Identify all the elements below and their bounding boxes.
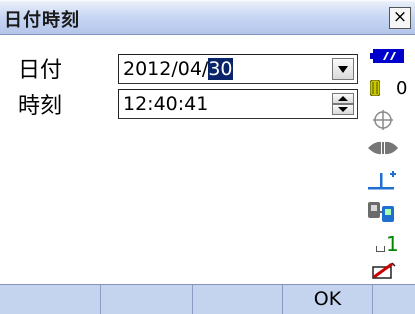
softkey-1[interactable] bbox=[0, 285, 101, 314]
input-mode-value: 1 bbox=[386, 232, 399, 256]
communication-icon[interactable] bbox=[367, 200, 397, 222]
close-icon: × bbox=[392, 7, 408, 27]
date-value: 2012/04/30 bbox=[123, 58, 233, 80]
time-value: 12:40:41 bbox=[123, 93, 209, 115]
date-field[interactable]: 2012/04/30 bbox=[118, 54, 358, 84]
tilt-crosshair-icon[interactable] bbox=[373, 110, 393, 130]
softkey-2[interactable] bbox=[101, 285, 193, 314]
softkey-3[interactable] bbox=[193, 285, 283, 314]
ok-button[interactable]: OK bbox=[283, 285, 373, 314]
time-label: 時刻 bbox=[18, 94, 63, 119]
status-bar: 0 1 bbox=[360, 40, 415, 282]
input-mode-indicator[interactable]: 1 bbox=[376, 232, 400, 256]
memory-card-icon[interactable] bbox=[372, 262, 396, 280]
softkey-5[interactable] bbox=[373, 285, 415, 314]
prism-icon[interactable] bbox=[369, 79, 381, 97]
time-spin-up-button[interactable] bbox=[332, 93, 354, 104]
date-value-prefix: 2012/04/ bbox=[123, 58, 209, 80]
dialog-title: 日付時刻 bbox=[4, 10, 80, 31]
laser-icon[interactable] bbox=[368, 140, 398, 155]
date-value-selected: 30 bbox=[208, 58, 233, 80]
time-field[interactable]: 12:40:41 bbox=[118, 89, 358, 119]
atmospheric-correction-icon[interactable] bbox=[368, 168, 400, 190]
close-button[interactable]: × bbox=[389, 7, 411, 29]
date-label: 日付 bbox=[18, 58, 63, 83]
date-time-dialog: 日付時刻 × 日付 2012/04/30 時刻 12:40:41 0 1 OK bbox=[0, 0, 415, 314]
chevron-down-icon bbox=[338, 66, 348, 73]
date-dropdown-button[interactable] bbox=[332, 58, 354, 80]
spin-down-icon bbox=[338, 107, 348, 112]
prism-constant-value: 0 bbox=[396, 78, 408, 99]
battery-icon[interactable] bbox=[370, 48, 404, 63]
title-bar: 日付時刻 × bbox=[0, 0, 415, 35]
time-spin-down-button[interactable] bbox=[332, 104, 354, 115]
input-mode-bracket bbox=[376, 246, 385, 252]
spin-up-icon bbox=[338, 96, 348, 101]
softkey-bar: OK bbox=[0, 284, 415, 314]
